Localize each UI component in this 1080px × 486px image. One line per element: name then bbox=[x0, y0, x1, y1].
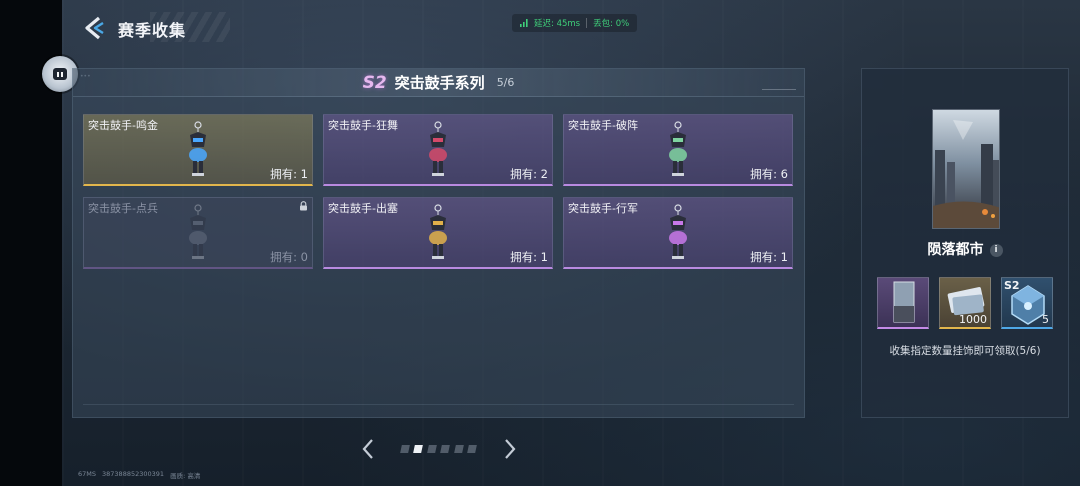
reward-season-tag: S2 bbox=[1004, 279, 1020, 292]
page-dot[interactable] bbox=[426, 445, 437, 453]
reward-title: 陨落都市 i bbox=[862, 239, 1068, 259]
charm-card[interactable]: 突击鼓手-行军拥有: 1 bbox=[563, 197, 793, 269]
lock-icon bbox=[300, 201, 307, 211]
back-arrow-icon bbox=[85, 16, 104, 40]
info-icon[interactable]: i bbox=[989, 243, 1003, 257]
charm-name: 突击鼓手-出塞 bbox=[328, 202, 398, 215]
series-title: 突击鼓手系列 bbox=[394, 74, 485, 92]
reward-quantity: 1000 bbox=[959, 313, 987, 326]
prev-page-icon[interactable] bbox=[360, 438, 376, 460]
owned-count: 拥有: 6 bbox=[750, 167, 788, 181]
page-dot[interactable] bbox=[453, 445, 464, 453]
charm-name: 突击鼓手-破阵 bbox=[568, 119, 638, 132]
drummer-charm-icon bbox=[189, 204, 207, 259]
back-button[interactable] bbox=[78, 12, 110, 44]
drummer-charm-icon bbox=[189, 121, 207, 176]
city-card-icon bbox=[893, 281, 915, 323]
owned-count: 拥有: 2 bbox=[510, 167, 548, 181]
owned-count: 拥有: 1 bbox=[510, 250, 548, 264]
drummer-charm-icon bbox=[669, 204, 687, 259]
header-accent-line bbox=[762, 89, 796, 90]
charm-card[interactable]: 突击鼓手-狂舞拥有: 2 bbox=[323, 114, 553, 186]
next-page-icon[interactable] bbox=[502, 438, 518, 460]
charm-card[interactable]: 突击鼓手-出塞拥有: 1 bbox=[323, 197, 553, 269]
drummer-charm-icon bbox=[429, 121, 447, 176]
user-id: 387388852300391 bbox=[102, 470, 165, 478]
charm-card[interactable]: 突击鼓手-鸣金拥有: 1 bbox=[83, 114, 313, 186]
charm-name: 突击鼓手-狂舞 bbox=[328, 119, 398, 132]
owned-count: 拥有: 0 bbox=[270, 250, 308, 264]
reward-panel: 陨落都市 i 1000 S2 5 收集指定数量挂饰即可领取(5/6) bbox=[861, 68, 1069, 418]
reward-description: 收集指定数量挂饰即可领取(5/6) bbox=[889, 345, 1041, 357]
charm-name: 突击鼓手-行军 bbox=[568, 202, 638, 215]
owned-count: 拥有: 1 bbox=[270, 167, 308, 181]
season-badge: S2 bbox=[362, 72, 387, 93]
series-header: S2 突击鼓手系列 5/6 bbox=[73, 69, 804, 97]
footer-info: 67MS 387388852300391 画质: 高清 bbox=[78, 470, 200, 480]
page-dot[interactable] bbox=[400, 445, 410, 453]
panel-divider bbox=[83, 404, 794, 405]
packet-loss-label: 丢包: 0% bbox=[593, 19, 630, 29]
network-status: 延迟: 45ms 丢包: 0% bbox=[512, 14, 638, 32]
status-divider bbox=[586, 18, 588, 28]
latency-label: 延迟: 45ms bbox=[534, 19, 581, 29]
fps-readout: 67MS bbox=[78, 470, 97, 478]
drummer-charm-icon bbox=[429, 204, 447, 259]
signal-icon bbox=[520, 19, 528, 27]
charm-card[interactable]: 突击鼓手-破阵拥有: 6 bbox=[563, 114, 793, 186]
series-progress: 5/6 bbox=[496, 76, 515, 89]
charm-name: 突击鼓手-鸣金 bbox=[88, 119, 158, 132]
city-skyline-image bbox=[933, 110, 999, 228]
charm-name: 突击鼓手-点兵 bbox=[88, 202, 158, 215]
page-title: 赛季收集 bbox=[118, 21, 187, 40]
drummer-charm-icon bbox=[669, 121, 687, 176]
charm-card[interactable]: 突击鼓手-点兵拥有: 0 bbox=[83, 197, 313, 269]
reward-preview-image[interactable] bbox=[932, 109, 1000, 229]
reward-quantity: 5 bbox=[1042, 313, 1049, 326]
assistant-face-icon bbox=[53, 68, 67, 80]
reward-item-card[interactable] bbox=[877, 277, 929, 329]
reward-item-currency[interactable]: 1000 bbox=[939, 277, 991, 329]
owned-count: 拥有: 1 bbox=[750, 250, 788, 264]
reward-item-crate[interactable]: S2 5 bbox=[1001, 277, 1053, 329]
quality-readout: 画质: 高清 bbox=[170, 472, 201, 480]
page-dot[interactable] bbox=[467, 445, 477, 453]
